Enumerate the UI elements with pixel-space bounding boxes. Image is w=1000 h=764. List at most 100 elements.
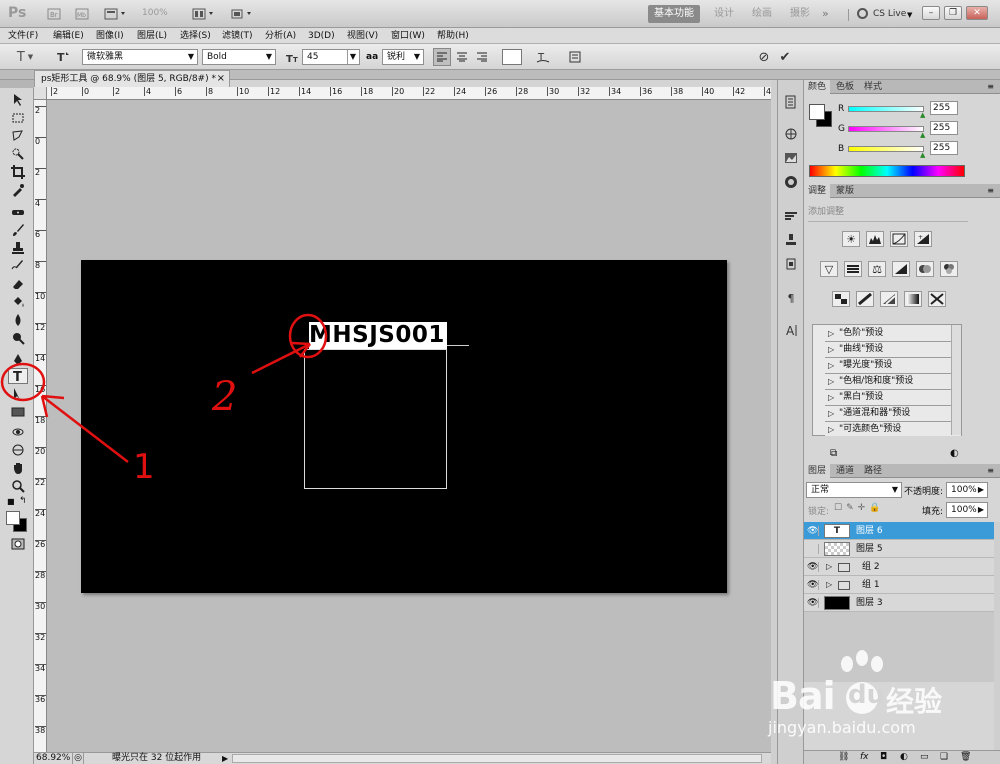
- character-panel-icon[interactable]: A: [782, 322, 800, 338]
- more-workspaces-button[interactable]: »: [816, 5, 835, 23]
- green-value[interactable]: 255: [930, 121, 958, 135]
- chevron-down-icon: ▶: [977, 485, 984, 494]
- status-menu-icon[interactable]: ◎: [72, 753, 84, 764]
- color-panel-tabs: 颜色 色板 样式 ≡: [804, 80, 1000, 94]
- navigator-panel-icon[interactable]: [782, 126, 800, 142]
- history-panel-icon[interactable]: [782, 94, 800, 110]
- tab-masks[interactable]: 蒙版: [832, 184, 858, 198]
- eye-hidden-icon[interactable]: [807, 544, 819, 554]
- exposure-icon[interactable]: +: [914, 231, 932, 247]
- color-balance-icon[interactable]: ⚖: [868, 261, 886, 277]
- fill-label: 填充:: [922, 507, 944, 517]
- tab-channels[interactable]: 通道: [832, 464, 858, 478]
- workspace-photography[interactable]: 摄影: [784, 5, 816, 23]
- blend-mode-select[interactable]: 正常 ▼: [806, 482, 902, 498]
- layer-row-group-2[interactable]: 👁 ▷ 组 2: [804, 558, 994, 576]
- green-label: G: [838, 124, 845, 134]
- tab-layers[interactable]: 图层: [804, 464, 831, 478]
- slider-handle-icon[interactable]: ▲: [920, 111, 925, 119]
- curves-icon[interactable]: [890, 231, 908, 247]
- blue-value[interactable]: 255: [930, 141, 958, 155]
- layer-name: 组 2: [862, 562, 880, 572]
- layer-row-group-1[interactable]: 👁 ▷ 组 1: [804, 576, 994, 594]
- horizontal-scrollbar[interactable]: [232, 754, 762, 763]
- foreground-color-swatch[interactable]: [809, 104, 825, 120]
- threshold-icon[interactable]: [880, 291, 898, 307]
- brightness-contrast-icon[interactable]: ☀: [842, 231, 860, 247]
- adjustment-panel-footer-icon[interactable]: ◐: [950, 448, 959, 459]
- panel-menu-icon[interactable]: ≡: [987, 82, 994, 91]
- annotation-arrow-one: [40, 394, 129, 463]
- eye-icon[interactable]: 👁: [807, 526, 819, 536]
- expand-group-icon[interactable]: ▷: [826, 558, 832, 576]
- preset-hue-saturation[interactable]: "色相/饱和度"预设: [825, 374, 961, 390]
- tab-swatches[interactable]: 色板: [832, 80, 858, 94]
- vibrance-icon[interactable]: ▽: [820, 261, 838, 277]
- preset-black-white[interactable]: "黑白"预设: [825, 390, 961, 406]
- blue-slider[interactable]: [848, 146, 924, 152]
- chevron-down-icon: ▼: [907, 11, 913, 19]
- channel-mixer-icon[interactable]: [940, 261, 958, 277]
- layer-row-6[interactable]: 👁 T 图层 6: [804, 522, 994, 540]
- invert-icon[interactable]: [832, 291, 850, 307]
- fill-field[interactable]: 100% ▶: [946, 502, 988, 518]
- slider-handle-icon[interactable]: ▲: [920, 131, 925, 139]
- gradient-map-icon[interactable]: [904, 291, 922, 307]
- restore-button[interactable]: ❐: [944, 6, 962, 20]
- red-value[interactable]: 255: [930, 101, 958, 115]
- brush-presets-icon[interactable]: [782, 208, 800, 224]
- green-slider[interactable]: [848, 126, 924, 132]
- photo-filter-icon[interactable]: [916, 261, 934, 277]
- clip-to-layer-icon[interactable]: ⧉: [830, 448, 837, 459]
- panel-menu-icon[interactable]: ≡: [987, 186, 994, 195]
- black-white-icon[interactable]: [892, 261, 910, 277]
- watermark-url: jingyan.baidu.com: [768, 718, 916, 737]
- preset-exposure[interactable]: "曝光度"预设: [825, 358, 961, 374]
- levels-icon[interactable]: [866, 231, 884, 247]
- red-label: R: [838, 104, 845, 114]
- preset-levels[interactable]: "色阶"预设: [825, 326, 961, 342]
- expand-group-icon[interactable]: ▷: [826, 576, 832, 594]
- annotation-number-one: 1: [133, 447, 155, 487]
- preset-channel-mixer[interactable]: "通道混和器"预设: [825, 406, 961, 422]
- clone-source-icon[interactable]: [782, 232, 800, 248]
- layer-row-3[interactable]: 👁 图层 3: [804, 594, 994, 612]
- minimize-button[interactable]: –: [922, 6, 940, 20]
- slider-handle-icon[interactable]: ▲: [920, 151, 925, 159]
- svg-text:+: +: [918, 234, 923, 241]
- red-slider[interactable]: [848, 106, 924, 112]
- commit-icon[interactable]: ✔: [776, 48, 794, 66]
- chevron-down-icon: ▶: [977, 505, 984, 514]
- paragraph-panel-icon[interactable]: ¶: [782, 290, 800, 306]
- lock-label: 锁定:: [808, 507, 830, 517]
- tab-color[interactable]: 颜色: [804, 80, 831, 94]
- tab-paths[interactable]: 路径: [860, 464, 886, 478]
- eye-icon[interactable]: 👁: [807, 598, 819, 608]
- histogram-panel-icon[interactable]: [782, 150, 800, 166]
- color-ramp[interactable]: [809, 165, 965, 177]
- text-layer-thumbnail: T: [824, 524, 850, 538]
- preset-curves[interactable]: "曲线"预设: [825, 342, 961, 358]
- selective-color-icon[interactable]: [928, 291, 946, 307]
- layer-row-5[interactable]: 图层 5: [804, 540, 994, 558]
- tab-adjustments[interactable]: 调整: [804, 184, 831, 198]
- cs-live-button[interactable]: CS Live: [873, 9, 906, 19]
- tool-presets-icon[interactable]: [782, 256, 800, 272]
- panel-menu-icon[interactable]: ≡: [987, 466, 994, 475]
- opacity-field[interactable]: 100% ▶: [946, 482, 988, 498]
- presets-scrollbar[interactable]: [951, 325, 961, 435]
- black-layer-thumbnail: [824, 596, 850, 610]
- close-button[interactable]: ✕: [966, 6, 988, 20]
- eye-icon[interactable]: 👁: [807, 580, 819, 590]
- preset-selective-color[interactable]: "可选颜色"预设: [825, 422, 961, 437]
- zoom-percentage-field[interactable]: 68.92%: [36, 753, 70, 764]
- posterize-icon[interactable]: [856, 291, 874, 307]
- tab-styles[interactable]: 样式: [860, 80, 886, 94]
- info-panel-icon[interactable]: [782, 174, 800, 190]
- hue-saturation-icon[interactable]: [844, 261, 862, 277]
- lock-icons[interactable]: ☐✎✛🔒: [834, 503, 884, 513]
- eye-icon[interactable]: 👁: [807, 562, 819, 572]
- transparent-layer-thumbnail: [824, 542, 850, 556]
- status-menu-arrow-icon[interactable]: ▶: [222, 753, 228, 764]
- adjustment-presets-list: "色阶"预设 "曲线"预设 "曝光度"预设 "色相/饱和度"预设 "黑白"预设 …: [812, 324, 962, 437]
